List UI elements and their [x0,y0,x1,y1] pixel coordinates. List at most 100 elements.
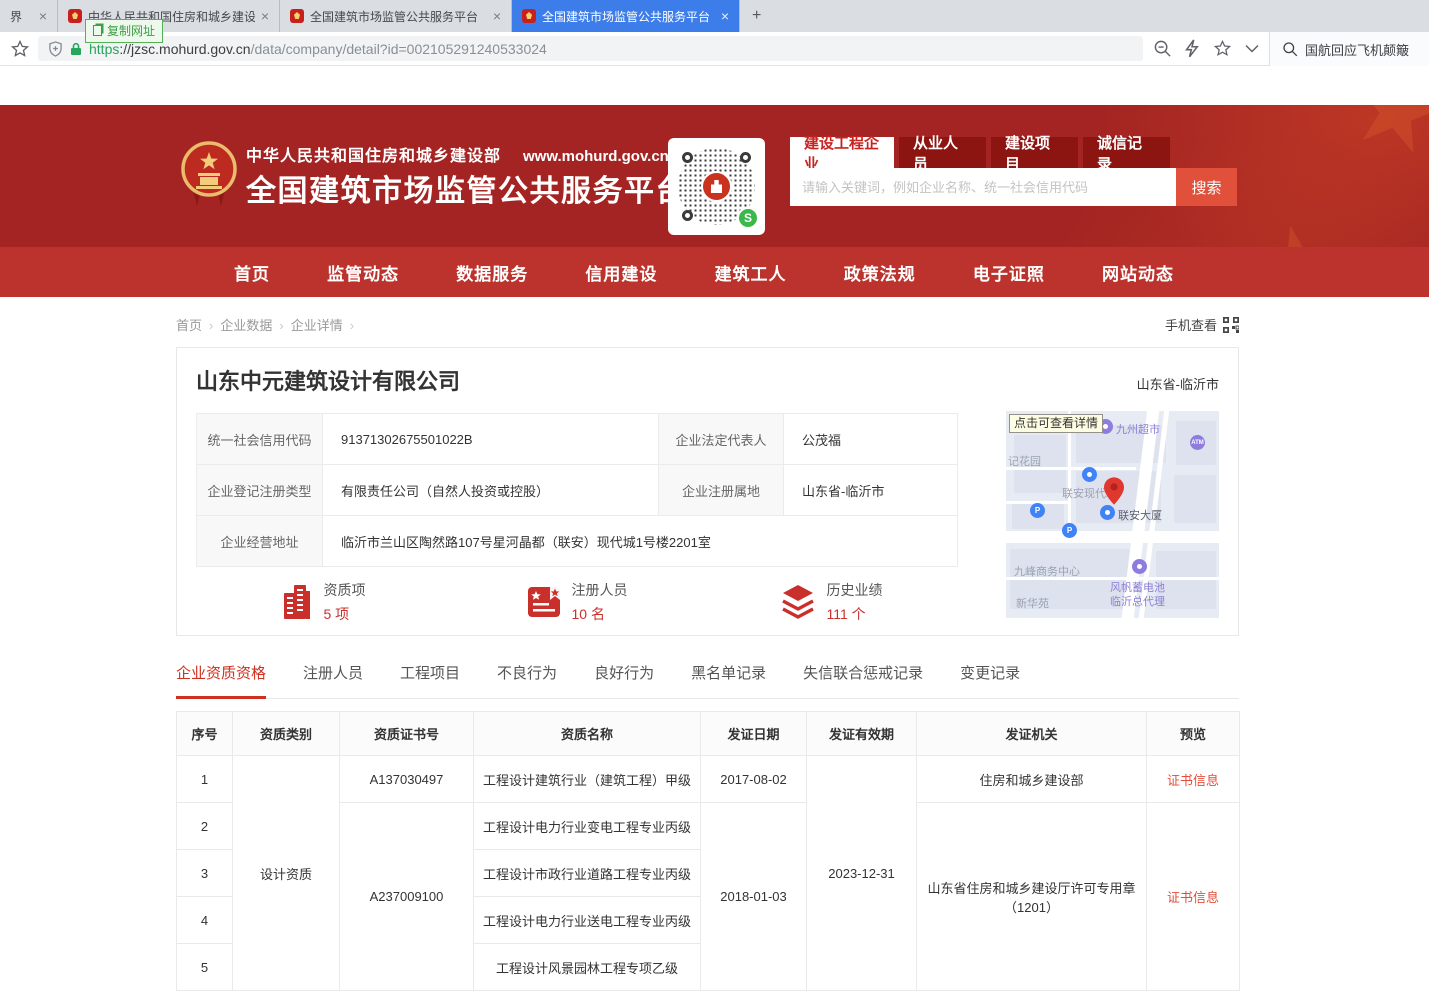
col-header: 发证机关 [917,712,1147,756]
certificate-info-link[interactable]: 证书信息 [1167,773,1219,788]
cell-category: 设计资质 [233,756,340,991]
detail-tabs: 企业资质资格 注册人员 工程项目 不良行为 良好行为 黑名单记录 失信联合惩戒记… [176,662,1239,699]
close-icon[interactable]: × [721,9,729,23]
stat-label: 注册人员 [572,580,628,600]
search-tab-credit[interactable]: 诚信记录 [1083,137,1170,168]
cell-no: 3 [177,850,233,897]
search-button[interactable]: 搜索 [1176,168,1237,206]
parking-icon: P [1062,523,1077,538]
nav-item-workers[interactable]: 建筑工人 [715,260,787,285]
address-bar[interactable]: https://jzsc.mohurd.gov.cn/data/company/… [38,36,1143,61]
info-label: 企业经营地址 [197,516,323,567]
wechat-qr-code: S [668,138,765,235]
cell-issue-date: 2017-08-02 [701,756,807,803]
keyword-search-input[interactable] [790,168,1176,206]
building-icon [281,585,313,619]
registration-type-value: 有限责任公司（自然人投资或控股） [323,465,659,516]
shield-icon[interactable] [48,41,63,57]
close-icon[interactable]: × [261,9,269,23]
map-detail-tooltip[interactable]: 点击可查看详情 [1009,414,1103,433]
search-tab-project[interactable]: 建设项目 [991,137,1078,168]
zoom-out-icon[interactable] [1153,39,1172,58]
cell-no: 2 [177,803,233,850]
tab-registered-personnel[interactable]: 注册人员 [303,662,363,698]
bookmark-star-icon[interactable] [10,39,30,59]
nav-item-site-news[interactable]: 网站动态 [1102,260,1174,285]
cell-no: 4 [177,897,233,944]
browser-tab-jzsc-active[interactable]: 全国建筑市场监管公共服务平台 × [512,0,740,32]
close-icon[interactable]: × [493,9,501,23]
search-tab-enterprise[interactable]: 建设工程企业 [790,137,894,168]
company-info-table: 统一社会信用代码 91371302675501022B 企业法定代表人 公茂福 … [196,413,958,567]
breadcrumb-company-data[interactable]: 企业数据 [220,318,272,333]
company-stats: 资质项 5 项 注册人员 10 名 历史 [196,580,958,624]
news-search-box[interactable]: 国航回应飞机颠簸 [1269,32,1429,66]
tab-blacklist[interactable]: 黑名单记录 [691,662,766,698]
qr-logo-icon [701,171,732,202]
close-icon[interactable]: × [39,9,47,23]
search-icon [1282,41,1298,57]
cell-issue-date: 2018-01-03 [701,803,807,991]
stat-registered-personnel: 注册人员 10 名 [450,580,704,624]
info-label: 统一社会信用代码 [197,414,323,465]
lightning-icon[interactable] [1185,39,1200,58]
wechat-icon: S [737,207,759,229]
cell-qual-name: 工程设计建筑行业（建筑工程）甲级 [474,756,701,803]
info-label: 企业登记注册类型 [197,465,323,516]
poi-marker-icon [1100,505,1115,520]
tab-title: 界 [10,8,33,25]
map-label: 九州超市 [1116,421,1160,437]
browser-tab-cut[interactable]: 界 × [0,0,58,32]
decorative-star-icon: ★ [1334,105,1429,183]
info-label: 企业注册属地 [659,465,784,516]
tab-bad-behavior[interactable]: 不良行为 [497,662,557,698]
tab-title: 全国建筑市场监管公共服务平台 [542,8,715,25]
tab-dishonesty[interactable]: 失信联合惩戒记录 [803,662,923,698]
decorative-star-icon: ★ [1218,183,1386,247]
poi-marker-icon [1132,559,1147,574]
national-emblem-icon [181,140,237,208]
cell-cert-no: A237009100 [340,803,474,991]
qr-eye-icon [740,152,751,163]
nav-item-home[interactable]: 首页 [234,260,270,285]
tab-projects[interactable]: 工程项目 [400,662,460,698]
ministry-name: 中华人民共和国住房和城乡建设部www.mohurd.gov.cn [246,142,669,166]
browser-tab-bar: 界 × 中华人民共和国住房和城乡建设 × 全国建筑市场监管公共服务平台 × 全国… [0,0,1429,32]
mobile-view-button[interactable]: 手机查看 [1165,315,1239,334]
location-pin-icon [1104,477,1124,505]
nav-item-credit[interactable]: 信用建设 [585,260,657,285]
cell-validity: 2023-12-31 [807,756,917,991]
info-label: 企业法定代表人 [659,414,784,465]
nav-item-policy[interactable]: 政策法规 [844,260,916,285]
location-map[interactable]: 点击可查看详情 九州超市 ATM 记花园 联安现代城 联安大厦 P P 九峰商务… [1006,411,1219,618]
new-tab-button[interactable]: + [740,0,773,32]
favorite-star-icon[interactable] [1213,39,1232,58]
search-tab-personnel[interactable]: 从业人员 [899,137,986,168]
chevron-down-icon[interactable] [1245,44,1259,53]
news-query-text: 国航回应飞机颠簸 [1305,40,1409,59]
breadcrumb-separator: › [350,318,354,333]
tab-qualifications[interactable]: 企业资质资格 [176,662,266,699]
tab-good-behavior[interactable]: 良好行为 [594,662,654,698]
nav-item-e-license[interactable]: 电子证照 [973,260,1045,285]
browser-tab-jzsc-1[interactable]: 全国建筑市场监管公共服务平台 × [280,0,512,32]
map-label: 联安大厦 [1118,507,1162,523]
breadcrumb-company-detail[interactable]: 企业详情 [291,318,343,333]
poi-marker-icon: ATM [1190,435,1205,450]
qr-code-icon [1223,317,1239,333]
col-header: 发证有效期 [807,712,917,756]
site-favicon-icon [68,9,82,23]
nav-item-supervision[interactable]: 监管动态 [327,260,399,285]
cell-no: 1 [177,756,233,803]
certificate-info-link[interactable]: 证书信息 [1167,890,1219,905]
breadcrumb-row: 首页›企业数据›企业详情› 手机查看 [176,315,1239,334]
credit-code-value: 91371302675501022B [323,414,659,465]
map-label: 临沂总代理 [1110,593,1165,609]
tab-change-records[interactable]: 变更记录 [960,662,1020,698]
breadcrumb-home[interactable]: 首页 [176,318,202,333]
map-label: 记花园 [1008,453,1041,469]
stat-value: 10 名 [572,604,628,624]
qualification-table: 序号 资质类别 资质证书号 资质名称 发证日期 发证有效期 发证机关 预览 1 … [176,711,1240,991]
stat-label: 资质项 [324,580,366,600]
nav-item-data-service[interactable]: 数据服务 [456,260,528,285]
